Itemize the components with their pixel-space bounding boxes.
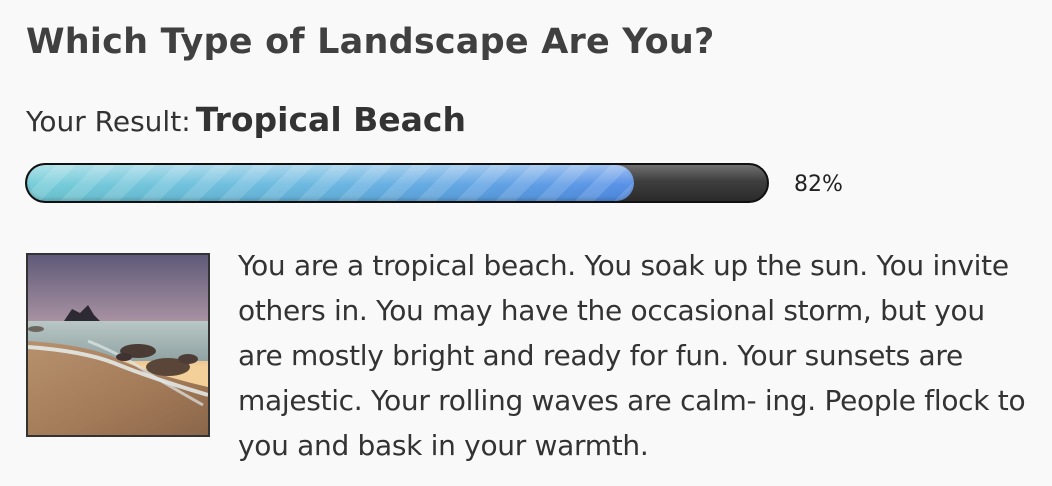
result-heading: Your Result: Tropical Beach — [26, 100, 466, 139]
quiz-title: Which Type of Landscape Are You? — [26, 22, 715, 62]
result-name: Tropical Beach — [195, 100, 466, 139]
result-progress-fill — [27, 165, 634, 201]
result-percent-label: 82% — [794, 172, 843, 197]
result-progress-bar — [25, 163, 769, 203]
result-prefix: Your Result: — [26, 105, 191, 138]
result-image — [26, 253, 210, 437]
beach-sunset-image — [28, 255, 208, 435]
result-description: You are a tropical beach. You soak up th… — [238, 249, 1026, 462]
